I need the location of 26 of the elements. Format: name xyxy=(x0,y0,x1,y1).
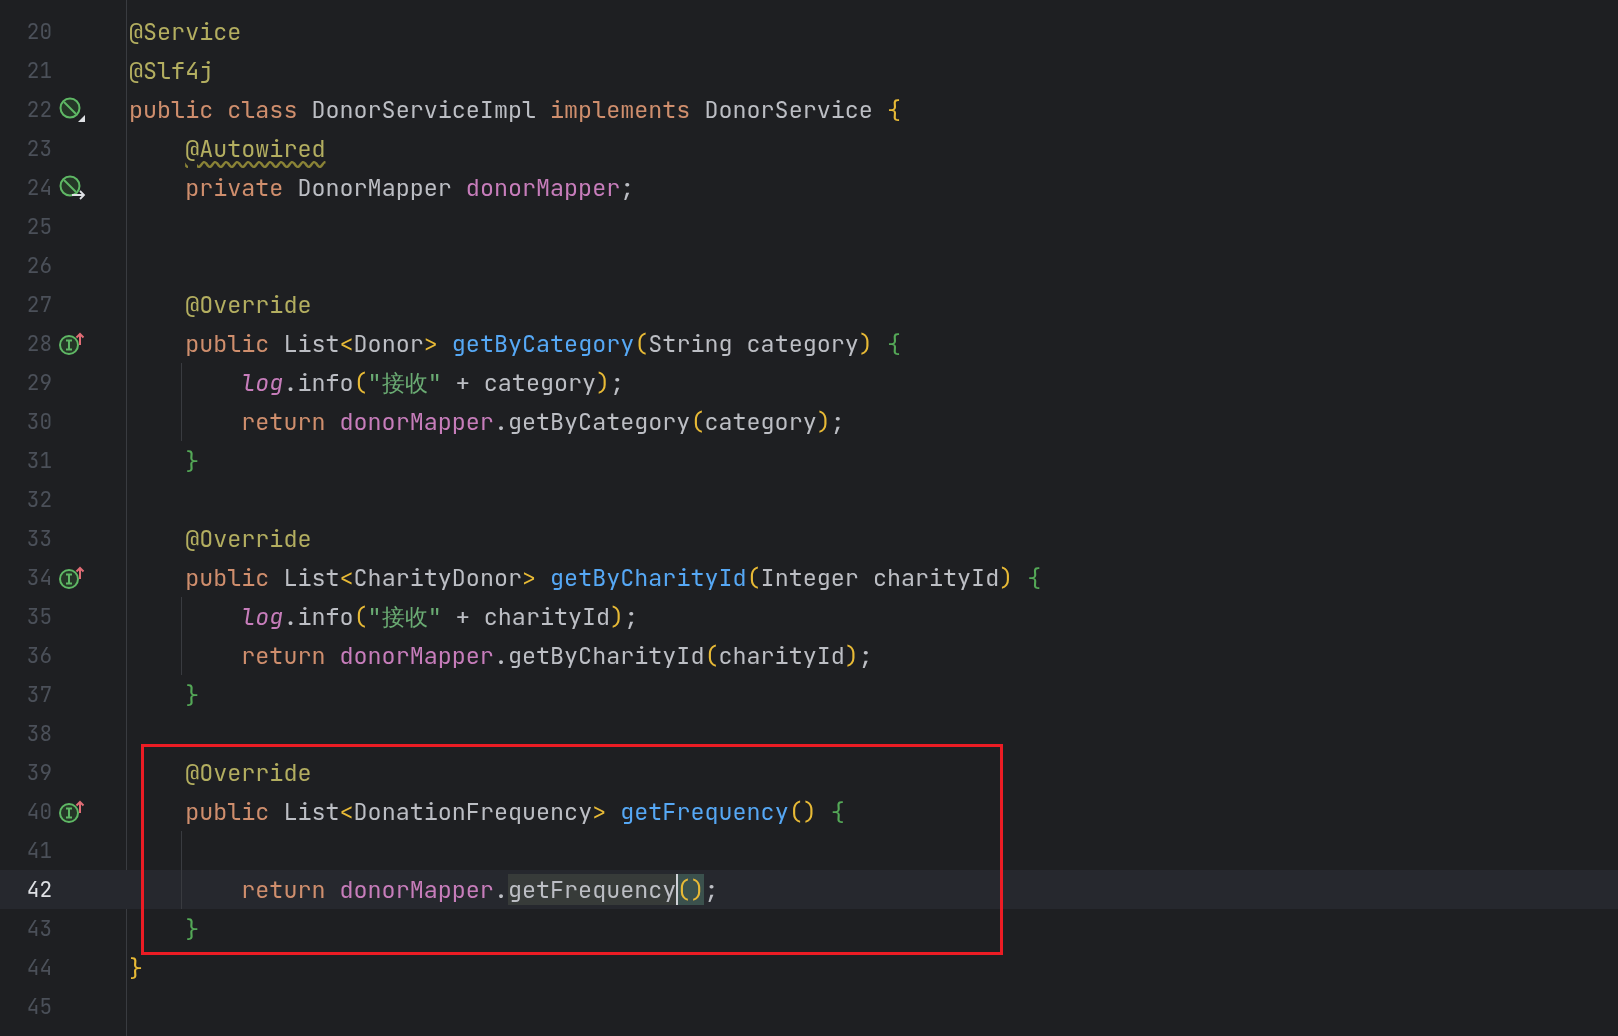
code-line: log.info("接收" + charityId); xyxy=(240,600,639,633)
code-line: @Override xyxy=(184,289,312,320)
code-line: } xyxy=(184,445,200,476)
code-line: @Autowired xyxy=(184,133,326,164)
line-number: 42 xyxy=(25,876,52,903)
code-line: return donorMapper.getFrequency(); xyxy=(240,874,719,905)
spring-bean-arrow-icon[interactable] xyxy=(59,174,87,201)
code-line: } xyxy=(184,679,200,710)
code-line: @Slf4j xyxy=(129,55,214,86)
code-line: log.info("接收" + category); xyxy=(240,366,625,399)
code-line: return donorMapper.getByCategory(category); xyxy=(240,406,845,437)
code-line: } xyxy=(129,952,144,983)
spring-bean-icon[interactable] xyxy=(59,96,87,123)
implements-method-icon[interactable] xyxy=(59,565,85,590)
code-line: @Override xyxy=(184,523,312,554)
code-line: public List<Donor> getByCategory(String category) { xyxy=(184,328,901,359)
code-line: @Service xyxy=(129,16,242,47)
implements-method-icon[interactable] xyxy=(59,799,85,824)
implements-method-icon[interactable] xyxy=(59,331,85,356)
code-line: public class DonorServiceImpl implements DonorService { xyxy=(129,94,901,125)
code-line: @Override xyxy=(184,757,312,788)
code-line: public List<DonationFrequency> getFrequency() { xyxy=(184,796,845,827)
code-line: public List<CharityDonor> getByCharityId(Integer charityId) { xyxy=(184,562,1042,593)
code-line: return donorMapper.getByCharityId(charityId); xyxy=(240,640,873,671)
code-line: } xyxy=(184,913,200,944)
code-line: private DonorMapper donorMapper; xyxy=(184,172,635,203)
